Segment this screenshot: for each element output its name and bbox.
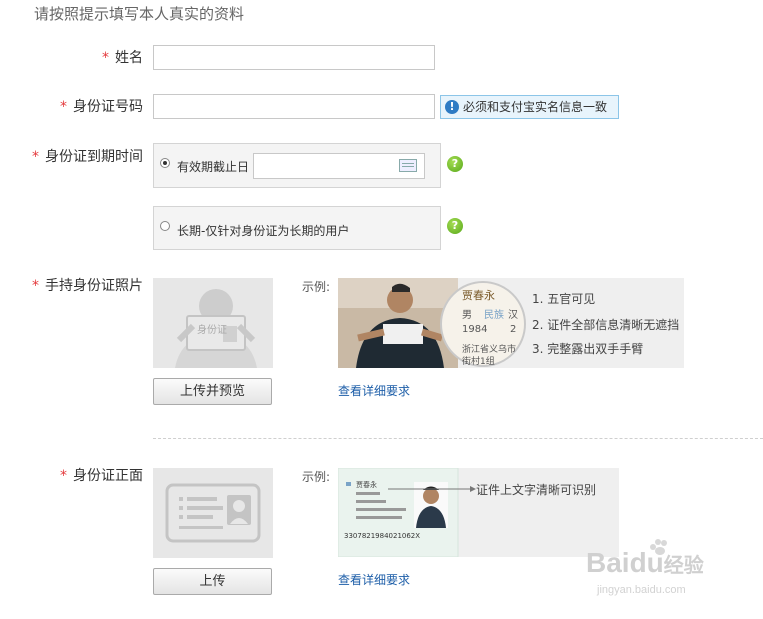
sample-card-name: 贾春永 xyxy=(462,289,495,302)
required-star: * xyxy=(60,99,67,115)
expiry-option-date[interactable]: 有效期截止日 xyxy=(153,143,441,188)
expiry-label-text: 身份证到期时间 xyxy=(45,149,143,165)
required-star: * xyxy=(32,149,39,165)
holding-photo-label: * 手持身份证照片 xyxy=(32,275,143,295)
required-star: * xyxy=(102,50,109,66)
sample-card-year: 1984 xyxy=(462,324,488,335)
sample-id-number: 3307821984021062X xyxy=(344,532,421,540)
idnum-label-text: 身份证号码 xyxy=(73,99,143,115)
holding-photo-sample: 贾春永 男 民族 汉 1984 2 浙江省义乌市 街村1组 1. 五官可见 2.… xyxy=(338,278,684,368)
paw-icon xyxy=(648,538,670,556)
calendar-icon[interactable] xyxy=(399,159,417,172)
id-card-icon xyxy=(165,483,261,543)
sample-card-addr2: 街村1组 xyxy=(462,357,495,367)
idnum-notice-text: 必须和支付宝实名信息一致 xyxy=(463,100,608,114)
upload-preview-button[interactable]: 上传并预览 xyxy=(153,378,272,405)
requirement-1: 1. 五官可见 xyxy=(532,292,596,306)
detail-requirements-link[interactable]: 查看详细要求 xyxy=(338,571,410,588)
info-icon: ! xyxy=(445,100,459,114)
name-label-text: 姓名 xyxy=(115,50,143,66)
name-input[interactable] xyxy=(153,45,435,70)
id-front-label-text: 身份证正面 xyxy=(73,468,143,484)
page-title: 请按照提示填写本人真实的资料 xyxy=(34,5,245,23)
holding-photo-label-text: 手持身份证照片 xyxy=(45,278,143,294)
help-icon[interactable]: ? xyxy=(447,218,463,234)
expiry-option-long[interactable]: 长期-仅针对身份证为长期的用户 xyxy=(153,206,441,250)
sample-card-nation-label: 民族 xyxy=(484,310,504,321)
id-front-label: * 身份证正面 xyxy=(60,465,143,485)
required-star: * xyxy=(60,468,67,484)
expiry-date-label: 有效期截止日 xyxy=(177,160,250,174)
sample-label: 示例: xyxy=(302,280,331,294)
upload-button[interactable]: 上传 xyxy=(153,568,272,595)
sample-card-nation: 汉 xyxy=(508,310,518,321)
baidu-watermark: Baidu经验 xyxy=(586,548,704,581)
required-star: * xyxy=(32,278,39,294)
name-label: * 姓名 xyxy=(102,47,143,67)
front-annotation: 证件上文字清晰可识别 xyxy=(476,483,597,497)
expiry-date-radio[interactable] xyxy=(160,158,170,168)
watermark-url: jingyan.baidu.com xyxy=(597,584,686,596)
idnum-input[interactable] xyxy=(153,94,435,119)
sample-id-name: 贾春永 xyxy=(356,481,377,489)
requirement-2: 2. 证件全部信息清晰无遮挡 xyxy=(532,318,680,332)
expiry-long-label: 长期-仅针对身份证为长期的用户 xyxy=(177,224,350,238)
requirement-3: 3. 完整露出双手手臂 xyxy=(532,342,644,356)
id-front-placeholder xyxy=(153,468,273,558)
id-front-sample: 贾春永 3307821984021062X 证件上文字清晰可识别 xyxy=(337,467,619,558)
holding-photo-placeholder: 身份证 xyxy=(153,278,273,368)
idnum-label: * 身份证号码 xyxy=(60,96,143,116)
expiry-label: * 身份证到期时间 xyxy=(32,146,143,166)
help-icon[interactable]: ? xyxy=(447,156,463,172)
placeholder-card-text: 身份证 xyxy=(197,325,227,336)
detail-requirements-link[interactable]: 查看详细要求 xyxy=(338,382,410,399)
sample-label: 示例: xyxy=(302,470,331,484)
watermark-cn: 经验 xyxy=(663,555,704,577)
section-divider xyxy=(153,438,763,439)
idnum-notice: ! 必须和支付宝实名信息一致 xyxy=(440,95,619,119)
sample-card-month: 2 xyxy=(510,324,517,335)
expiry-long-radio[interactable] xyxy=(160,221,170,231)
sample-card-sex: 男 xyxy=(462,310,472,321)
